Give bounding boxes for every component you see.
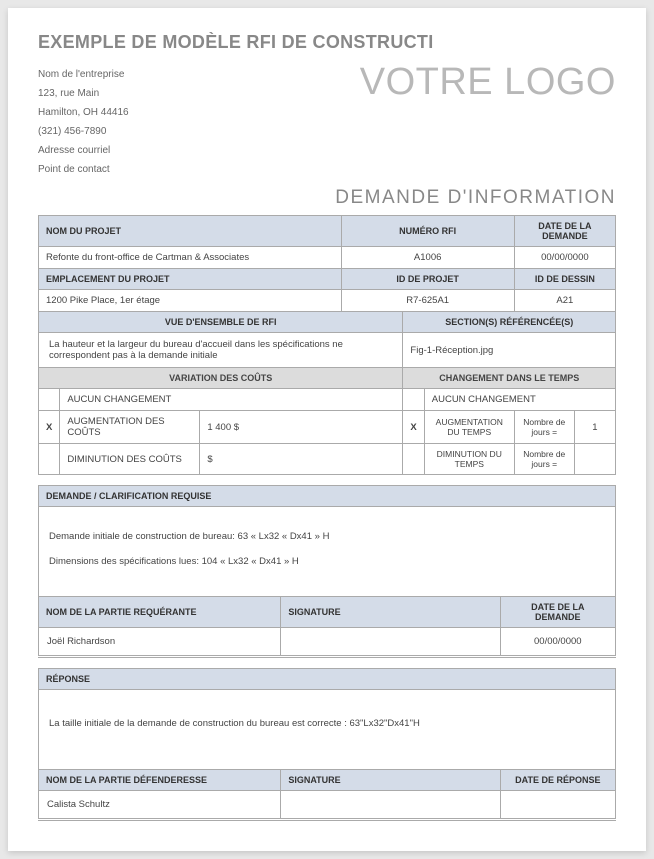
label-days1: Nombre de jours = xyxy=(514,411,574,444)
label-response-date: DATE DE RÉPONSE xyxy=(500,770,615,791)
request-body: Demande initiale de construction de bure… xyxy=(39,507,616,597)
label-time-decrease: DIMINUTION DU TEMPS xyxy=(424,444,514,475)
value-time-decrease xyxy=(574,444,615,475)
label-project-id: ID DE PROJET xyxy=(341,269,514,290)
time-decrease-x xyxy=(403,444,424,475)
value-project-id: R7-625A1 xyxy=(341,290,514,312)
header-row: Nom de l'entreprise 123, rue Main Hamilt… xyxy=(38,65,616,179)
document-page: EXEMPLE DE MODÈLE RFI DE CONSTRUCTI Nom … xyxy=(8,8,646,851)
label-project-location: EMPLACEMENT DU PROJET xyxy=(39,269,342,290)
company-block: Nom de l'entreprise 123, rue Main Hamilt… xyxy=(38,65,129,179)
value-cost-decrease: $ xyxy=(200,444,403,475)
value-request-date: 00/00/0000 xyxy=(514,247,615,269)
cost-increase-x: X xyxy=(39,411,60,444)
response-line: La taille initiale de la demande de cons… xyxy=(49,718,605,729)
page-title: EXEMPLE DE MODÈLE RFI DE CONSTRUCTI xyxy=(38,32,616,53)
label-time-nochange: AUCUN CHANGEMENT xyxy=(424,389,615,411)
value-response-date xyxy=(500,791,615,820)
request-line2: Dimensions des spécifications lues: 104 … xyxy=(49,556,605,567)
value-rfi-overview: La hauteur et la largeur du bureau d'acc… xyxy=(39,333,403,368)
label-rfi-number: NUMÉRO RFI xyxy=(341,216,514,247)
value-project-location: 1200 Pike Place, 1er étage xyxy=(39,290,342,312)
label-rfi-overview: VUE D'ENSEMBLE DE RFI xyxy=(39,312,403,333)
cost-decrease-x xyxy=(39,444,60,475)
label-ref-sections: SECTION(S) RÉFÉRENCÉE(S) xyxy=(403,312,616,333)
label-time-increase: AUGMENTATION DU TEMPS xyxy=(424,411,514,444)
value-defending-party: Calista Schultz xyxy=(39,791,281,820)
value-rfi-number: A1006 xyxy=(341,247,514,269)
cost-nochange-x xyxy=(39,389,60,411)
project-info-table: NOM DU PROJET NUMÉRO RFI DATE DE LA DEMA… xyxy=(38,215,616,475)
label-signature1: SIGNATURE xyxy=(281,597,500,628)
label-cost-increase: AUGMENTATION DES COÛTS xyxy=(60,411,200,444)
label-time-change: CHANGEMENT DANS LE TEMPS xyxy=(403,368,616,389)
company-email: Adresse courriel xyxy=(38,141,129,160)
value-signature1 xyxy=(281,628,500,657)
label-project-name: NOM DU PROJET xyxy=(39,216,342,247)
company-phone: (321) 456-7890 xyxy=(38,122,129,141)
company-address1: 123, rue Main xyxy=(38,84,129,103)
value-time-increase: 1 xyxy=(574,411,615,444)
label-cost-decrease: DIMINUTION DES COÛTS xyxy=(60,444,200,475)
request-table: DEMANDE / CLARIFICATION REQUISE Demande … xyxy=(38,485,616,658)
value-drawing-id: A21 xyxy=(514,290,615,312)
time-nochange-x xyxy=(403,389,424,411)
response-table: RÉPONSE La taille initiale de la demande… xyxy=(38,668,616,821)
label-requesting-party: NOM DE LA PARTIE REQUÉRANTE xyxy=(39,597,281,628)
value-ref-sections: Fig-1-Réception.jpg xyxy=(403,333,616,368)
label-signature2: SIGNATURE xyxy=(281,770,500,791)
label-request-clarification: DEMANDE / CLARIFICATION REQUISE xyxy=(39,486,616,507)
label-cost-variation: VARIATION DES COÛTS xyxy=(39,368,403,389)
label-cost-nochange: AUCUN CHANGEMENT xyxy=(60,389,403,411)
subtitle: DEMANDE D'INFORMATION xyxy=(38,187,616,209)
value-request-date2: 00/00/0000 xyxy=(500,628,615,657)
time-increase-x: X xyxy=(403,411,424,444)
company-address2: Hamilton, OH 44416 xyxy=(38,103,129,122)
label-defending-party: NOM DE LA PARTIE DÉFENDERESSE xyxy=(39,770,281,791)
logo-placeholder: VOTRE LOGO xyxy=(360,61,616,104)
label-response: RÉPONSE xyxy=(39,669,616,690)
label-drawing-id: ID DE DESSIN xyxy=(514,269,615,290)
company-contact: Point de contact xyxy=(38,160,129,179)
value-cost-increase: 1 400 $ xyxy=(200,411,403,444)
request-line1: Demande initiale de construction de bure… xyxy=(49,531,605,542)
response-body: La taille initiale de la demande de cons… xyxy=(39,690,616,770)
value-signature2 xyxy=(281,791,500,820)
label-days2: Nombre de jours = xyxy=(514,444,574,475)
label-request-date2: DATE DE LA DEMANDE xyxy=(500,597,615,628)
value-requesting-party: Joël Richardson xyxy=(39,628,281,657)
label-request-date: DATE DE LA DEMANDE xyxy=(514,216,615,247)
value-project-name: Refonte du front-office de Cartman & Ass… xyxy=(39,247,342,269)
company-name: Nom de l'entreprise xyxy=(38,65,129,84)
